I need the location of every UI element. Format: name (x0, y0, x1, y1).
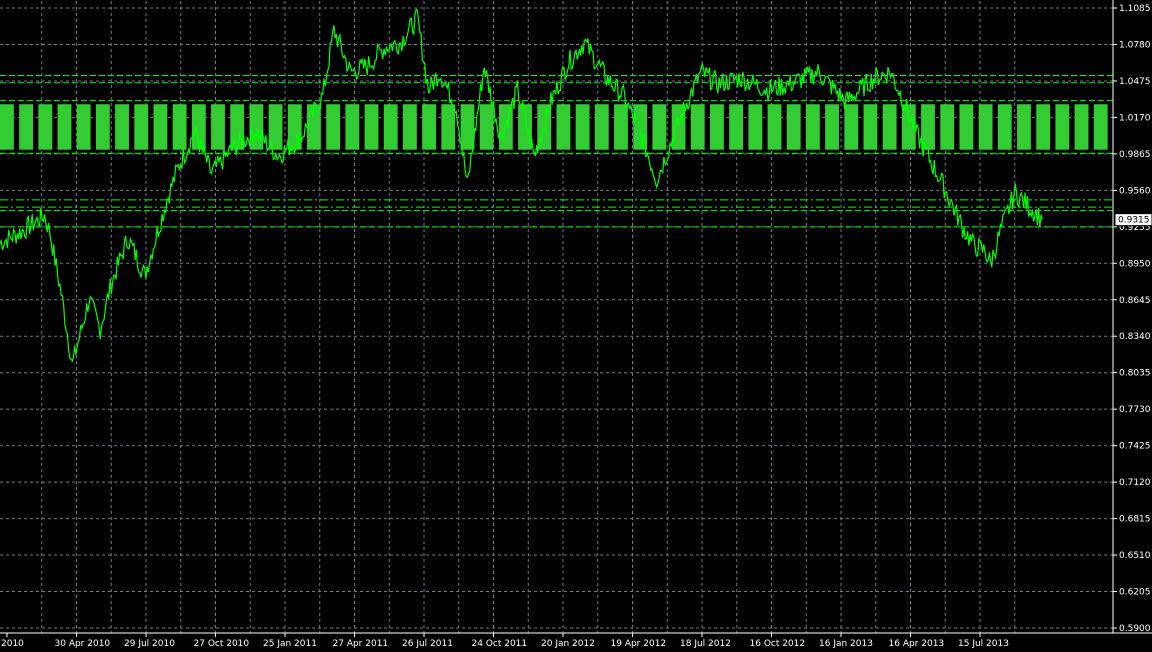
zone-bar (940, 104, 955, 150)
zone-bar (1093, 104, 1108, 150)
zone-bar (882, 104, 897, 150)
x-tick-label: 27 Apr 2011 (333, 639, 389, 648)
zone-bar (825, 104, 839, 150)
zone-bar (1036, 104, 1051, 150)
zone-bar (95, 104, 110, 150)
x-tick-label: 26 Jul 2011 (402, 639, 453, 648)
price-chart[interactable]: 1.1085 1.0780 1.0475 1.0170 0.9865 0.9560 0.92… (0, 0, 1152, 649)
current-price-label: 0.9315 (1118, 216, 1150, 226)
zone-bar (652, 104, 667, 150)
y-tick-label: 1.0475 (1119, 77, 1151, 87)
zone-bar (690, 104, 705, 150)
current-price-marker: 0.9315 (1114, 213, 1152, 227)
zone-bar (844, 104, 859, 150)
y-tick-label: 0.7730 (1119, 405, 1151, 415)
zone-bar (729, 104, 744, 150)
x-tick-label: 18 Jul 2012 (680, 639, 731, 648)
zone-bar (115, 104, 129, 150)
zone-bar (0, 104, 14, 150)
zone-bar (211, 104, 225, 150)
zone-bar (614, 104, 628, 150)
y-tick-label: 0.8340 (1119, 332, 1151, 342)
zone-bar (345, 104, 360, 150)
zone-bar (422, 104, 436, 150)
zone-bar (153, 104, 168, 150)
chart-canvas[interactable]: 1.10851.07801.04751.01700.98650.95600.92… (0, 0, 1152, 649)
zone-bar (1055, 104, 1070, 150)
x-tick-label: 20 Jan 2012 (541, 639, 595, 648)
zone-bar (441, 104, 456, 150)
x-tick-label: 2010 (1, 639, 24, 648)
y-tick-label: 0.6205 (1119, 588, 1151, 598)
y-tick-label: 1.0170 (1119, 113, 1151, 123)
x-tick-label: 27 Oct 2010 (194, 639, 250, 648)
x-tick-label: 16 Apr 2013 (889, 639, 945, 648)
zone-bar (364, 104, 379, 150)
zone-bar (1074, 104, 1089, 150)
zone-bar (767, 104, 782, 150)
zone-bar (997, 104, 1012, 150)
zone-bar (748, 104, 763, 150)
zone-bar (805, 104, 820, 150)
y-tick-label: 1.0780 (1119, 40, 1151, 50)
y-tick-label: 1.1085 (1119, 4, 1151, 14)
x-tick-label: 29 Jul 2010 (124, 639, 175, 648)
x-tick-label: 25 Jan 2011 (263, 639, 317, 648)
zone-bar (921, 104, 935, 150)
zone-bar (38, 104, 53, 150)
x-tick-label: 16 Jan 2013 (819, 639, 873, 648)
y-tick-label: 0.8950 (1119, 259, 1151, 269)
y-tick-label: 0.8035 (1119, 369, 1151, 379)
y-tick-label: 0.7425 (1119, 442, 1151, 452)
zone-bar (594, 104, 609, 150)
zone-bar (556, 104, 571, 150)
chart-background (0, 0, 1152, 648)
zone-bar (863, 104, 878, 150)
zone-bar (402, 104, 417, 150)
y-tick-label: 0.9865 (1119, 150, 1151, 160)
zone-bar (134, 104, 149, 150)
zone-bar (978, 104, 993, 150)
y-tick-label: 0.9560 (1119, 186, 1151, 196)
x-tick-label: 30 Apr 2010 (55, 639, 111, 648)
zone-bar (786, 104, 801, 150)
zone-bar (460, 104, 475, 150)
y-tick-label: 0.8645 (1119, 296, 1151, 306)
zone-bar (76, 104, 91, 150)
y-tick-label: 0.7120 (1119, 478, 1151, 488)
y-tick-label: 0.6510 (1119, 551, 1151, 561)
x-tick-label: 16 Oct 2012 (750, 639, 806, 648)
zone-bar (575, 104, 590, 150)
y-tick-label: 0.6815 (1119, 515, 1151, 525)
zone-bar (172, 104, 187, 150)
zone-bar (479, 104, 494, 150)
zone-bar (710, 104, 724, 150)
zone-bar (383, 104, 398, 150)
y-tick-label: 0.5900 (1119, 624, 1151, 634)
zone-bar (19, 104, 34, 150)
zone-bar (1017, 104, 1031, 150)
zone-bar (57, 104, 72, 150)
x-tick-label: 24 Oct 2011 (472, 639, 528, 648)
zone-bar (326, 104, 341, 150)
x-tick-label: 15 Jul 2013 (958, 639, 1009, 648)
x-tick-label: 19 Apr 2012 (611, 639, 667, 648)
zone-bar (959, 104, 974, 150)
